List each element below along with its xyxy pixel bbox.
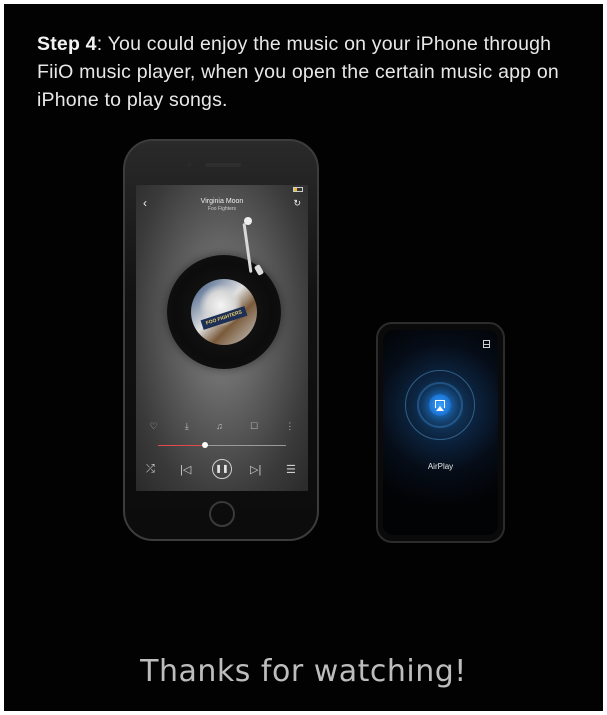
shuffle-icon[interactable]: ⤮ [146,463,155,476]
front-camera [187,162,192,167]
playback-controls: ⤮ |◁ ❚❚ ▷| ☰ [136,459,308,481]
thanks-message: Thanks for watching! [140,654,467,689]
song-artist: Foo Fighters [207,206,237,212]
step-description: : You could enjoy the music on your iPho… [37,33,559,111]
music-player-screen: ‹ ↻ Virginia Moon Foo Fighters FOO FIGHT… [136,185,308,491]
more-icon[interactable]: ⋮ [285,421,294,432]
next-icon[interactable]: ▷| [250,463,261,476]
iphone-device: ‹ ↻ Virginia Moon Foo Fighters FOO FIGHT… [123,139,319,541]
airplay-button[interactable] [429,394,451,416]
progress-fill [158,445,206,446]
pause-icon: ❚❚ [215,464,229,473]
slide: Step 4: You could enjoy the music on you… [4,4,603,711]
pause-button[interactable]: ❚❚ [212,459,232,479]
download-icon[interactable]: ⤓ [185,421,189,432]
progress-bar[interactable] [158,442,286,448]
comment-icon[interactable]: ☐ [250,421,258,432]
earpiece-speaker [205,163,241,167]
gift-icon[interactable]: ♫ [216,421,223,432]
prev-icon[interactable]: |◁ [180,463,191,476]
step-label: Step 4 [37,33,97,55]
song-title: Virginia Moon [200,198,244,205]
fiio-screen: AirPlay [383,330,498,535]
vinyl-record: FOO FIGHTERS [167,255,281,369]
airplay-label: AirPlay [427,462,454,471]
playlist-icon[interactable]: ☰ [286,463,296,476]
fiio-player-device: AirPlay [376,322,505,543]
like-icon[interactable]: ♡ [150,421,158,432]
status-bar [136,185,308,195]
step-instructions: Step 4: You could enjoy the music on you… [37,30,577,114]
airplay-triangle [436,406,444,411]
home-button[interactable] [209,501,235,527]
action-icon-row: ♡ ⤓ ♫ ☐ ⋮ [136,421,308,432]
menu-icon[interactable] [483,340,490,348]
album-art: FOO FIGHTERS [191,279,257,345]
battery-icon [293,187,303,192]
album-band-name: FOO FIGHTERS [200,306,248,330]
progress-knob[interactable] [202,442,209,448]
